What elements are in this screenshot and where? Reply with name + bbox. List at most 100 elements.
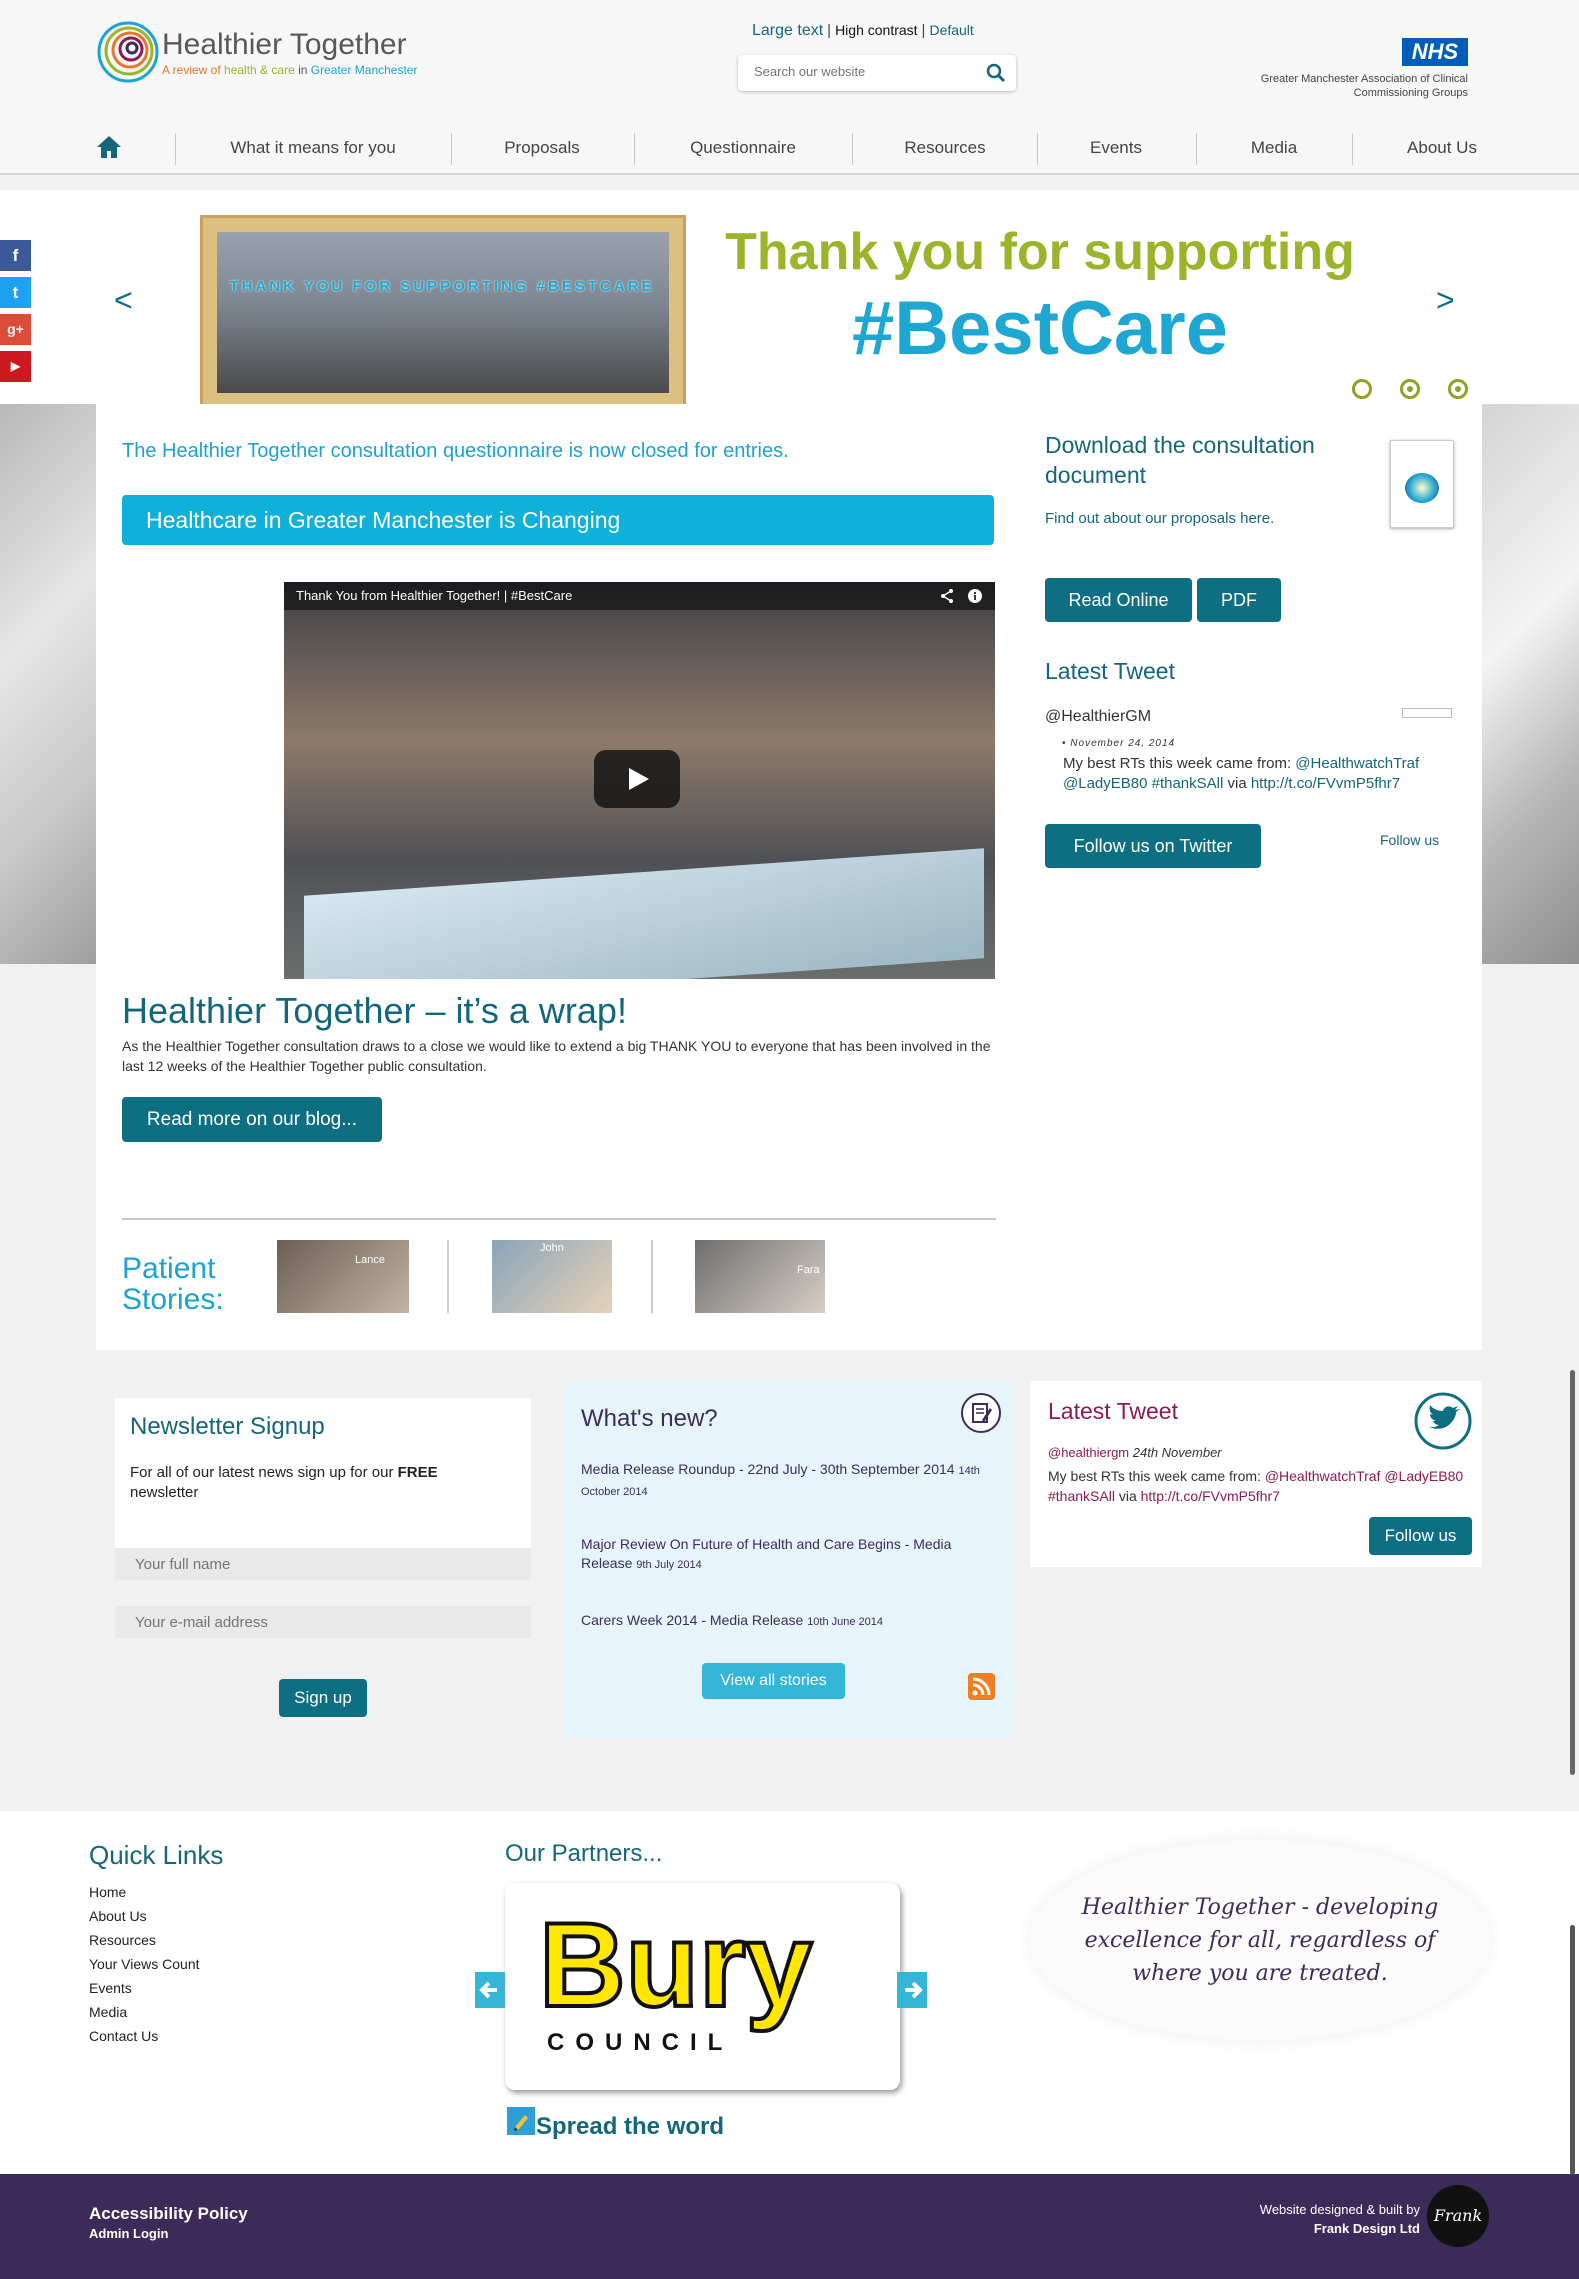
- post-title[interactable]: Healthier Together – it’s a wrap!: [122, 990, 627, 1032]
- slider-dot[interactable]: [1400, 379, 1420, 399]
- patient-story-thumbnail[interactable]: Lance: [277, 1240, 409, 1313]
- info-icon[interactable]: [967, 588, 983, 604]
- tweet-widget-box: [1402, 708, 1452, 718]
- quick-link-contact[interactable]: Contact Us: [89, 2028, 158, 2044]
- site-tagline: A review of health & care in Greater Man…: [162, 63, 417, 77]
- twitter-handle[interactable]: @HealthierGM: [1045, 708, 1151, 726]
- signup-button[interactable]: Sign up: [279, 1679, 367, 1717]
- hero-image-frame[interactable]: THANK YOU FOR SUPPORTING #BESTCARE: [200, 215, 686, 410]
- nav-proposals[interactable]: Proposals: [462, 138, 622, 158]
- twitter-handle-link[interactable]: @healthiergm: [1048, 1445, 1129, 1460]
- nav-questionnaire[interactable]: Questionnaire: [643, 138, 843, 158]
- quick-link-resources[interactable]: Resources: [89, 1932, 156, 1948]
- view-all-stories-button[interactable]: View all stories: [702, 1663, 845, 1699]
- video-player[interactable]: Thank You from Healthier Together! | #Be…: [284, 582, 995, 979]
- quick-link-events[interactable]: Events: [89, 1980, 132, 1996]
- tweet-text: My best RTs this week came from: @Health…: [1063, 754, 1463, 794]
- read-more-button[interactable]: Read more on our blog...: [122, 1097, 382, 1142]
- nav-events[interactable]: Events: [1046, 138, 1186, 158]
- nav-media[interactable]: Media: [1204, 138, 1344, 158]
- news-item[interactable]: Media Release Roundup - 22nd July - 30th…: [581, 1460, 991, 1502]
- nav-resources[interactable]: Resources: [865, 138, 1025, 158]
- quick-link-media[interactable]: Media: [89, 2004, 127, 2020]
- admin-login-link[interactable]: Admin Login: [89, 2226, 168, 2241]
- tweet-url-link[interactable]: http://t.co/FVvmP5fhr7: [1141, 1488, 1280, 1504]
- full-name-field[interactable]: [115, 1548, 531, 1580]
- partners-next-arrow-icon[interactable]: [897, 1972, 927, 2008]
- rss-icon[interactable]: [968, 1673, 995, 1700]
- home-icon[interactable]: [94, 132, 124, 162]
- nav-separator: [634, 133, 635, 165]
- quick-link-views[interactable]: Your Views Count: [89, 1956, 200, 1972]
- accessibility-policy-link[interactable]: Accessibility Policy: [89, 2204, 248, 2224]
- share-icon[interactable]: [939, 588, 955, 604]
- news-item[interactable]: Major Review On Future of Health and Car…: [581, 1535, 991, 1575]
- slider-dot[interactable]: [1352, 379, 1372, 399]
- twitter-icon[interactable]: t: [0, 277, 31, 308]
- spread-the-word-link[interactable]: Spread the word: [536, 2113, 724, 2141]
- follow-us-button[interactable]: Follow us: [1369, 1517, 1472, 1555]
- youtube-icon[interactable]: ▶: [0, 351, 31, 382]
- slider-dot-active[interactable]: [1448, 379, 1468, 399]
- patient-story-thumbnail[interactable]: John: [492, 1240, 612, 1313]
- tweet-date-text: November 24, 2014: [1070, 738, 1176, 749]
- newsletter-title: Newsletter Signup: [130, 1413, 325, 1440]
- search-input[interactable]: [754, 64, 974, 79]
- newsletter-text-bold: FREE: [397, 1464, 438, 1481]
- facebook-icon[interactable]: f: [0, 240, 31, 271]
- scrollbar[interactable]: [1570, 1370, 1575, 1775]
- news-item-title[interactable]: Carers Week 2014 - Media Release: [581, 1612, 803, 1628]
- tagline-part: A review of: [162, 63, 225, 77]
- separator: |: [921, 22, 926, 39]
- nhs-logo[interactable]: NHS: [1402, 38, 1468, 66]
- read-online-button[interactable]: Read Online: [1045, 578, 1192, 622]
- play-icon[interactable]: [594, 750, 680, 808]
- download-subtitle[interactable]: Find out about our proposals here.: [1045, 510, 1274, 527]
- twitter-bird-icon[interactable]: [1414, 1392, 1472, 1450]
- high-contrast-link[interactable]: High contrast: [835, 22, 917, 38]
- hero-heading: Thank you for supporting: [725, 223, 1355, 281]
- patient-story-thumbnail[interactable]: Fara: [695, 1240, 825, 1313]
- latest-tweet-title: Latest Tweet: [1045, 658, 1175, 684]
- hero-photo-letters: THANK YOU FOR SUPPORTING #BESTCARE: [229, 278, 655, 295]
- nav-separator: [1352, 133, 1353, 165]
- partners-prev-arrow-icon[interactable]: [475, 1972, 505, 2008]
- news-item[interactable]: Carers Week 2014 - Media Release 10th Ju…: [581, 1611, 991, 1632]
- nav-about-us[interactable]: About Us: [1372, 138, 1512, 158]
- download-title[interactable]: Download the consultation document: [1045, 430, 1375, 490]
- quick-links-title: Quick Links: [89, 1840, 224, 1870]
- quick-link-home[interactable]: Home: [89, 1884, 126, 1900]
- healthier-together-logo-icon[interactable]: [96, 20, 160, 84]
- tweet-url-link[interactable]: http://t.co/FVvmP5fhr7: [1251, 775, 1400, 792]
- google-plus-icon[interactable]: g+: [0, 314, 31, 345]
- news-item-title[interactable]: Media Release Roundup - 22nd July - 30th…: [581, 1461, 955, 1477]
- nav-separator: [1196, 133, 1197, 165]
- scrollbar[interactable]: [1570, 1925, 1575, 2175]
- tweet-body: via: [1114, 1488, 1141, 1504]
- latest-tweet-title: Latest Tweet: [1048, 1398, 1178, 1424]
- hero-next-arrow-icon[interactable]: >: [1436, 282, 1455, 319]
- hero-hashtag: #BestCare: [852, 286, 1228, 371]
- frank-design-logo[interactable]: Frank: [1427, 2185, 1489, 2247]
- hero-prev-arrow-icon[interactable]: <: [114, 282, 133, 319]
- twitter-handle: @healthiergm 24th November: [1048, 1445, 1222, 1460]
- follow-twitter-button[interactable]: Follow us on Twitter: [1045, 824, 1261, 868]
- changing-banner[interactable]: Healthcare in Greater Manchester is Chan…: [122, 495, 994, 545]
- document-thumbnail[interactable]: [1390, 440, 1454, 528]
- search-icon[interactable]: [984, 61, 1008, 85]
- nav-what-it-means[interactable]: What it means for you: [200, 138, 426, 158]
- default-link[interactable]: Default: [929, 22, 973, 38]
- bury-council-logo[interactable]: Bury COUNCIL: [505, 1883, 900, 2090]
- credit-company-link[interactable]: Frank Design Ltd: [1150, 2219, 1420, 2238]
- email-field[interactable]: [115, 1606, 531, 1638]
- video-banner-graphic: [304, 848, 984, 979]
- site-title[interactable]: Healthier Together: [162, 28, 407, 62]
- large-text-link[interactable]: Large text: [752, 22, 823, 39]
- news-item-date: 10th June 2014: [807, 1616, 884, 1628]
- hero-photo: THANK YOU FOR SUPPORTING #BESTCARE: [217, 232, 669, 393]
- bury-logo-council: COUNCIL: [547, 2029, 734, 2056]
- video-title[interactable]: Thank You from Healthier Together! | #Be…: [284, 582, 995, 610]
- pdf-button[interactable]: PDF: [1197, 578, 1281, 622]
- follow-us-link[interactable]: Follow us: [1380, 832, 1439, 848]
- quick-link-about[interactable]: About Us: [89, 1908, 147, 1924]
